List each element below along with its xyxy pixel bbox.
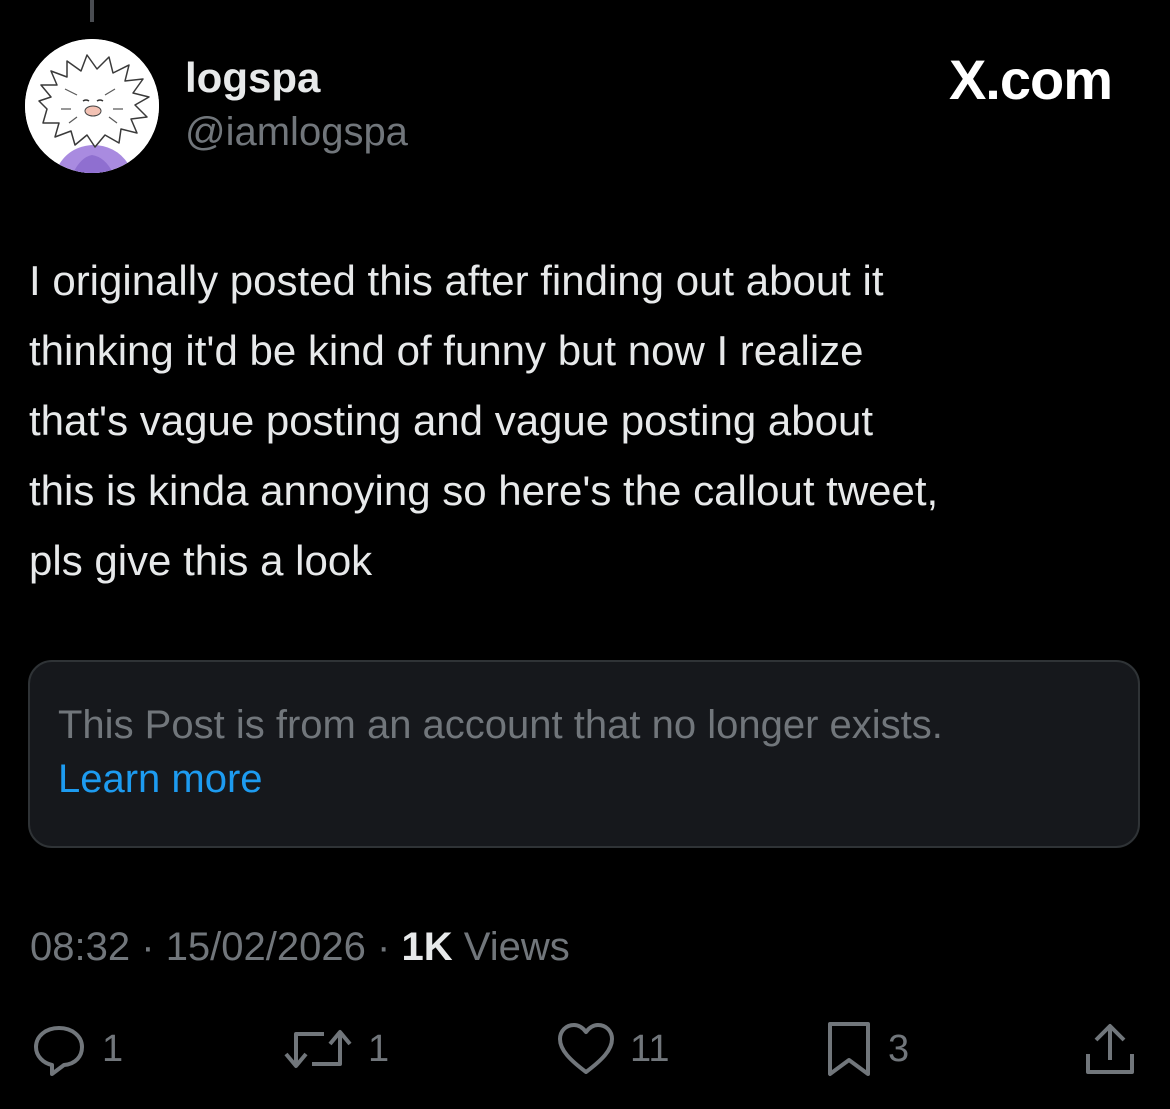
unavailable-message: This Post is from an account that no lon… — [58, 703, 943, 747]
avatar-image — [25, 39, 159, 173]
like-count: 11 — [630, 1028, 670, 1070]
repost-icon — [284, 1030, 352, 1068]
repost-button[interactable]: 1 — [282, 1018, 389, 1080]
share-button[interactable] — [1082, 1018, 1138, 1080]
bookmark-count: 3 — [888, 1028, 910, 1070]
reply-count: 1 — [102, 1028, 124, 1070]
like-button[interactable]: 11 — [556, 1018, 669, 1080]
post-meta: 08:32 · 15/02/2026 · 1K Views — [30, 920, 570, 974]
repost-count: 1 — [368, 1028, 390, 1070]
unavailable-quote-card: This Post is from an account that no lon… — [28, 660, 1140, 848]
learn-more-link[interactable]: Learn more — [58, 752, 263, 806]
share-icon — [1086, 1024, 1134, 1074]
meta-separator: · — [141, 925, 155, 969]
reply-button[interactable]: 1 — [30, 1018, 123, 1080]
views-count[interactable]: 1K — [401, 925, 452, 969]
meta-separator: · — [377, 925, 391, 969]
avatar[interactable] — [25, 39, 159, 173]
post-date: 15/02/2026 — [165, 925, 366, 969]
brand-watermark: X.com — [948, 48, 1113, 111]
heart-icon — [558, 1023, 614, 1074]
post-text: I originally posted this after finding o… — [29, 257, 939, 584]
thread-connector-line — [90, 0, 94, 22]
user-handle[interactable]: @iamlogspa — [185, 108, 408, 156]
bookmark-button[interactable]: 3 — [824, 1018, 909, 1080]
bookmark-icon — [828, 1022, 870, 1076]
views-label: Views — [463, 925, 570, 969]
display-name[interactable]: logspa — [185, 53, 320, 103]
reply-icon — [34, 1026, 84, 1076]
post-time: 08:32 — [30, 925, 131, 969]
